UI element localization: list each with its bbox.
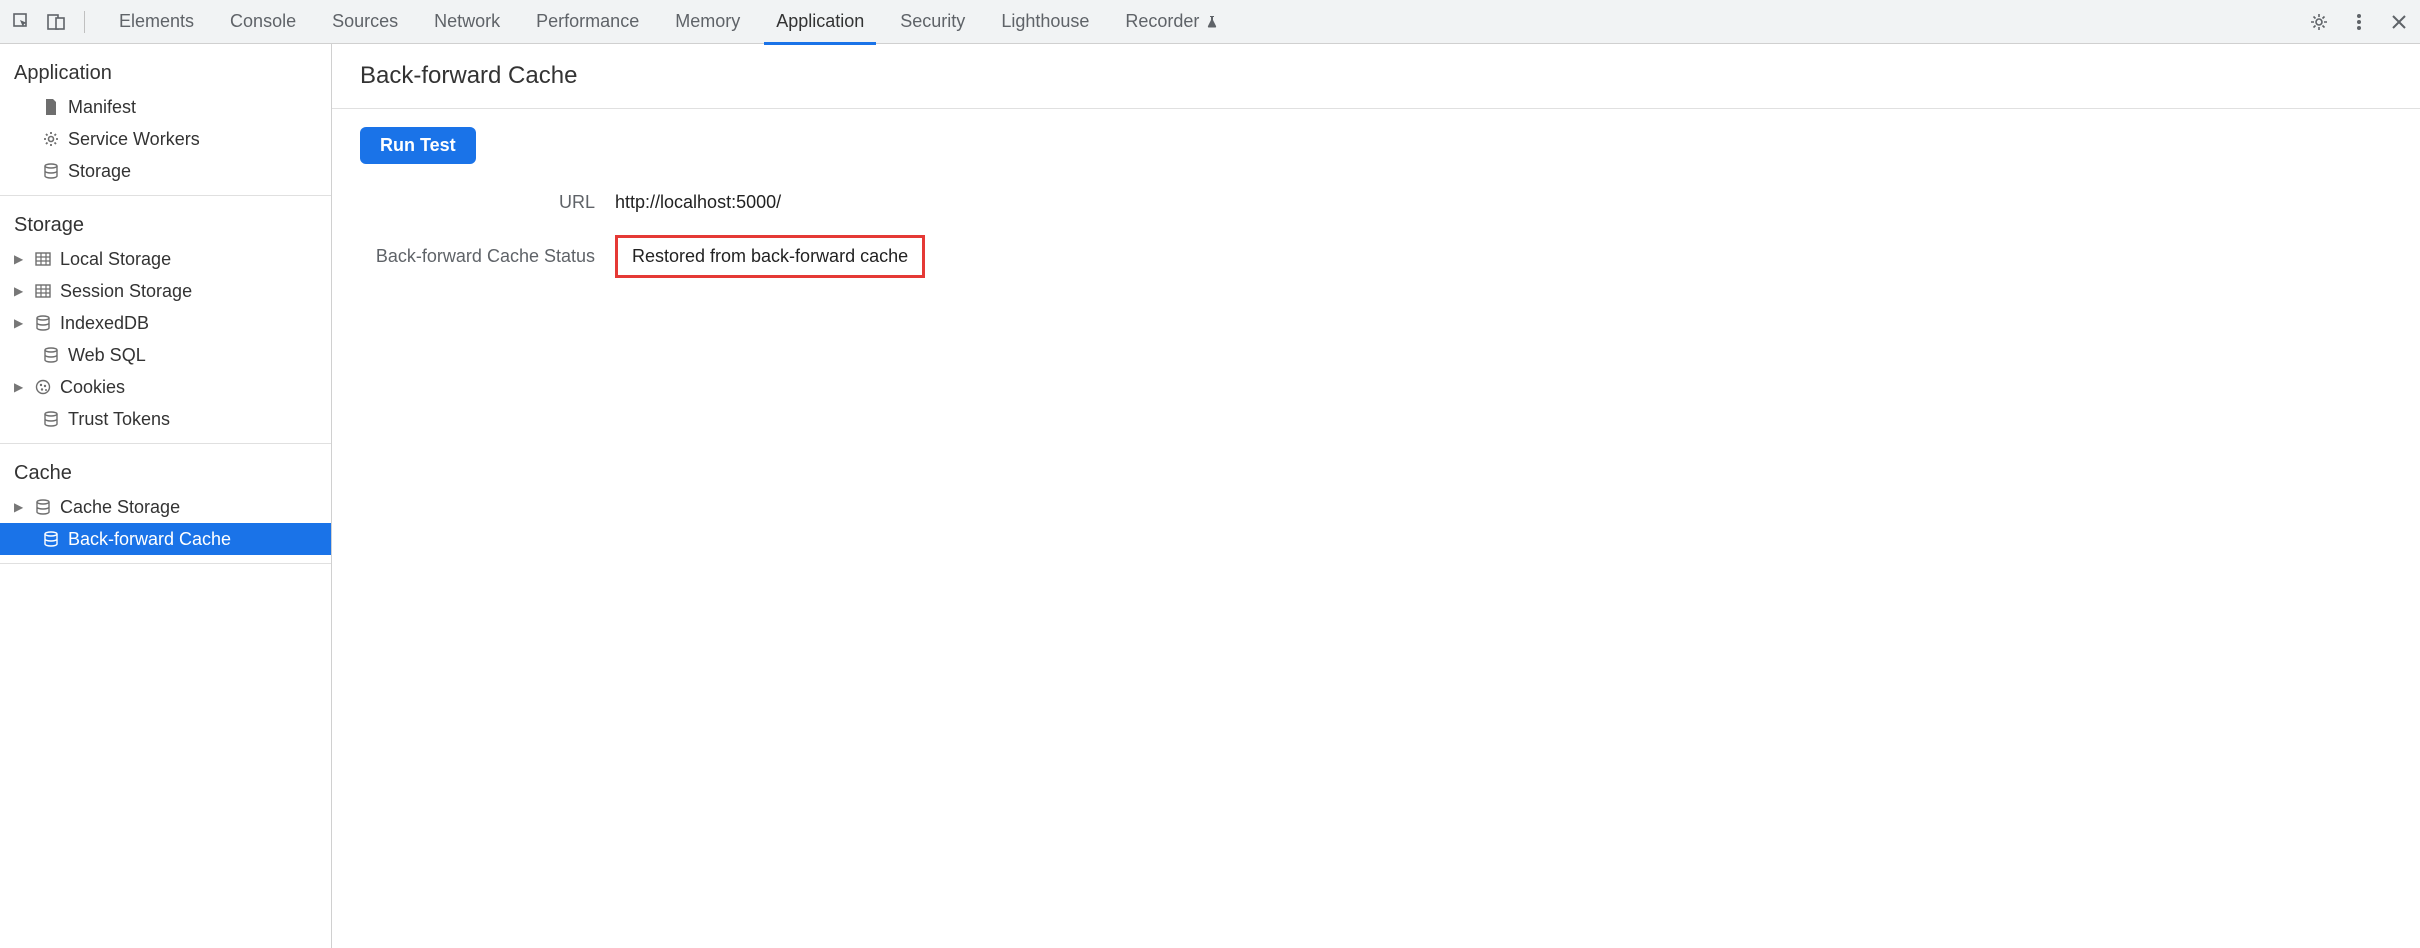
devtools-tabs: Elements Console Sources Network Perform… bbox=[101, 0, 2304, 44]
run-test-button[interactable]: Run Test bbox=[360, 127, 476, 164]
database-icon bbox=[40, 162, 62, 180]
gear-icon bbox=[40, 130, 62, 148]
sidebar-item-cookies[interactable]: ▶ Cookies bbox=[0, 371, 331, 403]
tab-lighthouse[interactable]: Lighthouse bbox=[983, 0, 1107, 44]
flask-icon bbox=[1205, 15, 1219, 29]
sidebar-item-label: Session Storage bbox=[60, 281, 192, 302]
tab-network[interactable]: Network bbox=[416, 0, 518, 44]
sidebar-item-label: Web SQL bbox=[68, 345, 146, 366]
sidebar-item-indexeddb[interactable]: ▶ IndexedDB bbox=[0, 307, 331, 339]
tab-sources[interactable]: Sources bbox=[314, 0, 416, 44]
sidebar-item-storage[interactable]: Storage bbox=[0, 155, 331, 187]
sidebar-item-trust-tokens[interactable]: Trust Tokens bbox=[0, 403, 331, 435]
file-icon bbox=[40, 98, 62, 116]
tab-security[interactable]: Security bbox=[882, 0, 983, 44]
sidebar-item-service-workers[interactable]: Service Workers bbox=[0, 123, 331, 155]
sidebar-item-label: Service Workers bbox=[68, 129, 200, 150]
divider bbox=[84, 11, 85, 33]
devtools-toolbar: Elements Console Sources Network Perform… bbox=[0, 0, 2420, 44]
tab-performance[interactable]: Performance bbox=[518, 0, 657, 44]
sidebar-item-session-storage[interactable]: ▶ Session Storage bbox=[0, 275, 331, 307]
chevron-right-icon: ▶ bbox=[14, 380, 26, 394]
sidebar-item-label: Storage bbox=[68, 161, 131, 182]
tab-memory[interactable]: Memory bbox=[657, 0, 758, 44]
page-title: Back-forward Cache bbox=[360, 62, 2392, 90]
tab-recorder[interactable]: Recorder bbox=[1107, 0, 1237, 44]
sidebar-item-label: Cookies bbox=[60, 377, 125, 398]
tab-elements[interactable]: Elements bbox=[101, 0, 212, 44]
database-icon bbox=[40, 410, 62, 428]
application-sidebar: Application Manifest Service Workers Sto… bbox=[0, 44, 332, 948]
sidebar-item-label: Cache Storage bbox=[60, 497, 180, 518]
bfcache-status-label: Back-forward Cache Status bbox=[360, 246, 595, 267]
section-cache: Cache bbox=[0, 452, 331, 491]
bfcache-status-value: Restored from back-forward cache bbox=[615, 235, 925, 278]
section-storage: Storage bbox=[0, 204, 331, 243]
sidebar-item-label: Trust Tokens bbox=[68, 409, 170, 430]
table-icon bbox=[32, 282, 54, 300]
database-icon bbox=[32, 314, 54, 332]
database-icon bbox=[40, 530, 62, 548]
chevron-right-icon: ▶ bbox=[14, 316, 26, 330]
chevron-right-icon: ▶ bbox=[14, 252, 26, 266]
chevron-right-icon: ▶ bbox=[14, 284, 26, 298]
close-icon[interactable] bbox=[2388, 11, 2410, 33]
chevron-right-icon: ▶ bbox=[14, 500, 26, 514]
url-value: http://localhost:5000/ bbox=[615, 192, 960, 213]
database-icon bbox=[32, 498, 54, 516]
inspect-element-icon[interactable] bbox=[10, 10, 34, 34]
more-icon[interactable] bbox=[2348, 11, 2370, 33]
sidebar-item-label: Manifest bbox=[68, 97, 136, 118]
sidebar-item-manifest[interactable]: Manifest bbox=[0, 91, 331, 123]
sidebar-item-local-storage[interactable]: ▶ Local Storage bbox=[0, 243, 331, 275]
tab-console[interactable]: Console bbox=[212, 0, 314, 44]
sidebar-item-bfcache[interactable]: Back-forward Cache bbox=[0, 523, 331, 555]
section-application: Application bbox=[0, 52, 331, 91]
sidebar-item-cache-storage[interactable]: ▶ Cache Storage bbox=[0, 491, 331, 523]
table-icon bbox=[32, 250, 54, 268]
sidebar-item-label: Back-forward Cache bbox=[68, 529, 231, 550]
database-icon bbox=[40, 346, 62, 364]
sidebar-item-web-sql[interactable]: Web SQL bbox=[0, 339, 331, 371]
sidebar-item-label: IndexedDB bbox=[60, 313, 149, 334]
settings-icon[interactable] bbox=[2308, 11, 2330, 33]
content-pane: Back-forward Cache Run Test URL http://l… bbox=[332, 44, 2420, 948]
tab-application[interactable]: Application bbox=[758, 0, 882, 44]
sidebar-item-label: Local Storage bbox=[60, 249, 171, 270]
device-toggle-icon[interactable] bbox=[44, 10, 68, 34]
cookie-icon bbox=[32, 378, 54, 396]
url-label: URL bbox=[360, 192, 595, 213]
